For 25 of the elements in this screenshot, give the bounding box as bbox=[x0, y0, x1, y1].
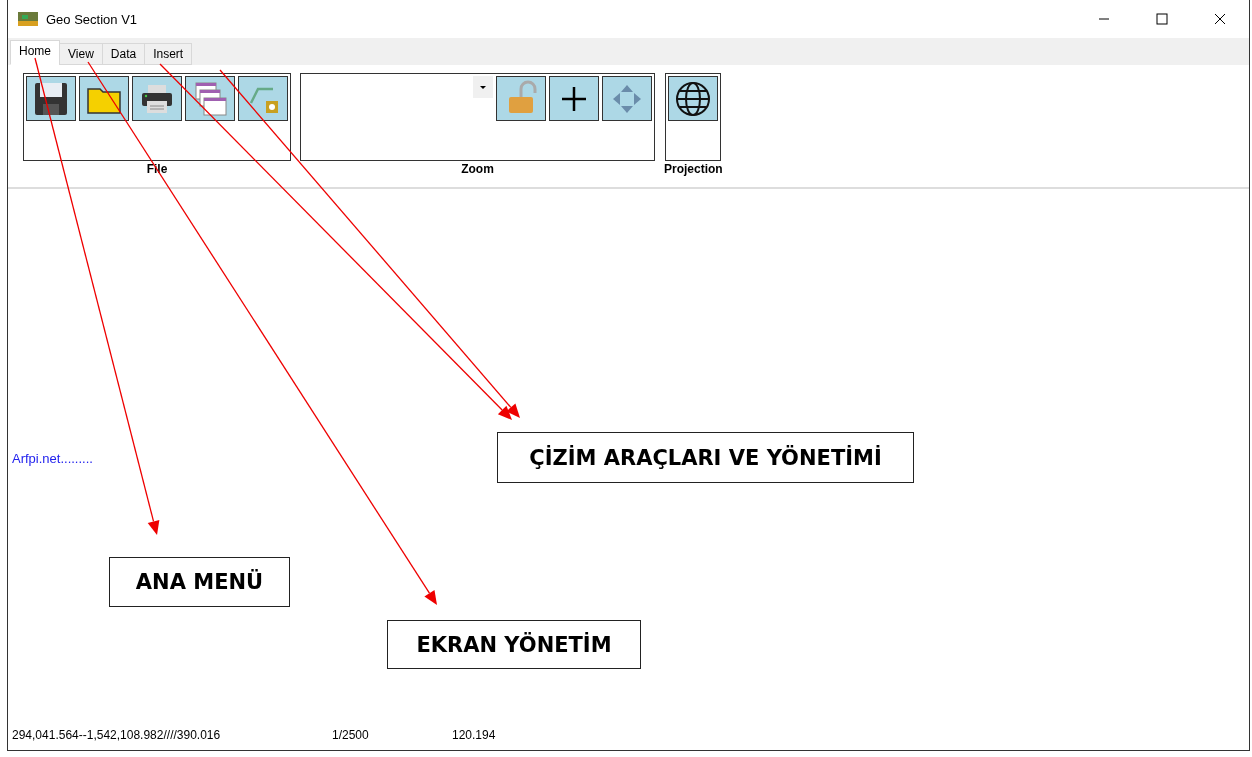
tab[interactable]: View bbox=[59, 43, 103, 65]
toolbar-button[interactable] bbox=[549, 76, 599, 121]
tab[interactable]: Home bbox=[10, 40, 60, 65]
toolbar-button[interactable] bbox=[185, 76, 235, 121]
link[interactable]: Arfpi.net......... bbox=[12, 451, 93, 466]
toolbar-button[interactable] bbox=[238, 76, 288, 121]
toolbar-button[interactable] bbox=[26, 76, 76, 121]
status-text: 120.194 bbox=[452, 728, 496, 742]
group-label: Zoom bbox=[461, 162, 494, 176]
toolbar-button[interactable] bbox=[602, 76, 652, 121]
app-icon bbox=[18, 12, 38, 26]
tab[interactable]: Insert bbox=[144, 43, 193, 65]
callout-label: EKRAN YÖNETİM bbox=[387, 620, 641, 669]
toolbar-button[interactable] bbox=[668, 76, 719, 121]
toolbar-button[interactable] bbox=[79, 76, 129, 121]
status-text: 1/2500 bbox=[332, 728, 370, 742]
callout-label: ÇİZİM ARAÇLARI VE YÖNETİMİ bbox=[497, 432, 914, 483]
dropdown-caret-icon[interactable] bbox=[473, 76, 493, 98]
toolbar-button[interactable] bbox=[496, 76, 546, 121]
callout-label: ANA MENÜ bbox=[109, 557, 290, 607]
toolbar-button[interactable] bbox=[132, 76, 182, 121]
group-label: Projection bbox=[664, 162, 723, 176]
tab[interactable]: Data bbox=[101, 43, 146, 65]
status-text: 294,041.564--1,542,108.982////390.016 bbox=[12, 728, 222, 742]
window-title: Geo Section V1 bbox=[46, 11, 138, 27]
